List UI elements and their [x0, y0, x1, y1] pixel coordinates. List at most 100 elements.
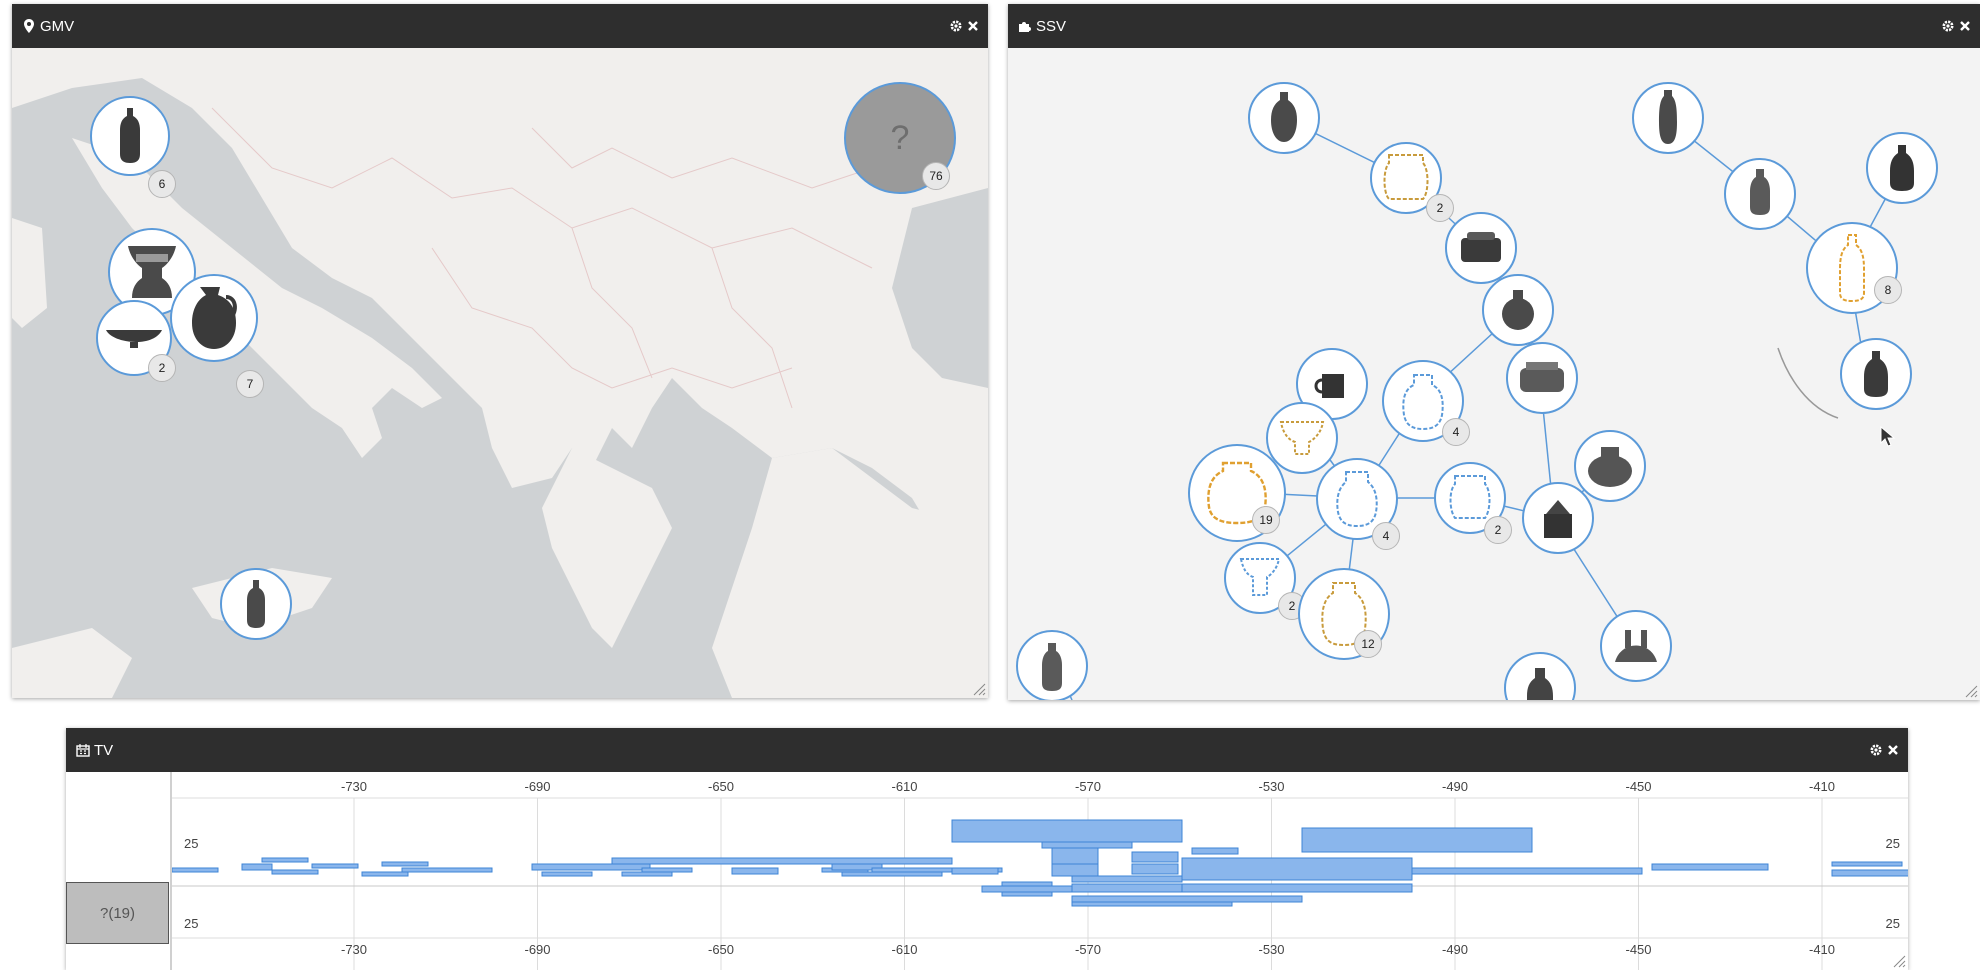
timeline-bar[interactable] [1181, 857, 1413, 881]
kylix-icon [106, 330, 162, 348]
map-canvas[interactable]: 6 7 7 2 ? 76 [12, 48, 988, 698]
vase-node[interactable] [1506, 342, 1578, 414]
timeline-bar[interactable] [1301, 827, 1533, 853]
tv-panel: TV ?(19) -730 -730 -690 -690 -650 -650 -610 -61… [66, 728, 1908, 970]
vase-node[interactable] [1866, 132, 1938, 204]
timeline-bar[interactable] [172, 867, 219, 873]
similarity-count-badge: 12 [1354, 630, 1382, 658]
gmv-titlebar[interactable]: GMV [12, 4, 988, 48]
timeline-tick-label: -570 [1075, 779, 1101, 794]
cluster-count-badge: 6 [148, 170, 176, 198]
vase-node[interactable] [1445, 212, 1517, 284]
timeline-bar[interactable] [1831, 869, 1908, 877]
close-icon[interactable] [1886, 743, 1900, 757]
timeline-scale-label: 25 [184, 916, 198, 931]
vase-cluster-node[interactable] [170, 274, 258, 362]
similarity-count-badge: 19 [1252, 506, 1280, 534]
timeline-bar[interactable] [1071, 875, 1183, 883]
lekythos-icon [1750, 169, 1770, 215]
timeline-bar[interactable] [381, 861, 429, 867]
timeline-bar[interactable] [241, 863, 273, 871]
outline-vase-icon [1402, 374, 1444, 431]
timeline-tick-label: -730 [341, 779, 367, 794]
timeline-bar[interactable] [1071, 901, 1233, 907]
land-africa [12, 628, 132, 698]
unknown-provenance-row-label[interactable]: ?(19) [66, 882, 169, 944]
timeline-tick-label: -410 [1809, 779, 1835, 794]
timeline-area[interactable]: ?(19) -730 -730 -690 -690 -650 -650 -610 -610 -5… [66, 772, 1908, 970]
altar-vase-icon [1615, 630, 1657, 662]
timeline-tick-label: -530 [1258, 779, 1284, 794]
timeline-tick-label: -650 [708, 942, 734, 957]
lekythos-icon [120, 108, 140, 163]
timeline-bar[interactable] [1651, 863, 1769, 871]
land-greece [542, 448, 672, 648]
timeline-bar[interactable] [621, 871, 673, 877]
resize-handle-icon[interactable] [1964, 684, 1978, 698]
timeline-bar[interactable] [541, 871, 593, 877]
timeline-bar[interactable] [731, 867, 779, 875]
timeline-scale-label: 25 [184, 836, 198, 851]
gear-icon[interactable] [949, 19, 963, 33]
gear-icon[interactable] [1869, 743, 1883, 757]
vase-node[interactable] [1600, 610, 1672, 682]
resize-handle-icon[interactable] [972, 682, 986, 696]
timeline-bar[interactable] [361, 871, 409, 877]
vase-cluster-node[interactable] [220, 568, 292, 640]
graph-edges [1053, 117, 1903, 700]
vase-node[interactable] [1248, 82, 1320, 154]
timeline-bar[interactable] [1001, 891, 1053, 897]
timeline-bar[interactable] [531, 863, 651, 871]
close-icon[interactable] [966, 19, 980, 33]
vase-cluster-node[interactable] [90, 96, 170, 176]
timeline-tick-label: -410 [1809, 942, 1835, 957]
timeline-bar[interactable] [311, 863, 359, 869]
vase-node[interactable] [1724, 158, 1796, 230]
lekythos-icon [1890, 145, 1914, 191]
vase-node[interactable] [1522, 482, 1594, 554]
tv-titlebar[interactable]: TV [66, 728, 1908, 772]
timeline-tick-label: -690 [524, 942, 550, 957]
timeline-bar[interactable] [611, 857, 953, 865]
timeline-bar[interactable] [951, 819, 1183, 843]
similarity-graph[interactable]: 2 4 19 4 2 2 12 8 [1008, 48, 1980, 700]
timeline-bar[interactable] [641, 867, 693, 873]
gear-icon[interactable] [1941, 19, 1955, 33]
vase-node[interactable] [1574, 430, 1646, 502]
outline-krater-icon [1279, 421, 1325, 455]
vase-node[interactable] [1482, 274, 1554, 346]
timeline-bar[interactable] [1071, 895, 1303, 903]
krater-icon [128, 246, 176, 298]
vase-node[interactable] [1632, 82, 1704, 154]
alabastron-icon [1659, 90, 1677, 144]
timeline-chart: -730 -730 -690 -690 -650 -650 -610 -610 -570 -570… [172, 779, 1908, 970]
timeline-bar[interactable] [1131, 863, 1179, 875]
vase-node[interactable] [1266, 402, 1338, 474]
lekythos-icon [1864, 351, 1888, 397]
timeline-bar[interactable] [1041, 841, 1133, 849]
timeline-bar[interactable] [1191, 847, 1239, 855]
timeline-bar[interactable] [261, 857, 309, 863]
timeline-bar[interactable] [1131, 851, 1179, 863]
vase-node[interactable] [1016, 630, 1088, 700]
timeline-bar[interactable] [1051, 847, 1099, 865]
timeline-bar[interactable] [271, 869, 319, 875]
calendar-icon [76, 743, 90, 757]
timeline-bar[interactable] [1051, 863, 1099, 877]
timeline-bar[interactable] [951, 867, 999, 875]
timeline-scale-label: 25 [1886, 916, 1900, 931]
timeline-tick-label: -530 [1258, 942, 1284, 957]
timeline-bar[interactable] [1181, 883, 1413, 893]
timeline-bar[interactable] [1831, 861, 1903, 867]
outline-krater-icon [1239, 558, 1281, 596]
ssv-titlebar[interactable]: SSV [1008, 4, 1980, 48]
puzzle-icon [1018, 19, 1032, 33]
timeline-bar[interactable] [1411, 867, 1643, 875]
timeline-bar[interactable] [1001, 881, 1053, 887]
gmv-title: GMV [40, 17, 75, 35]
close-icon[interactable] [1958, 19, 1972, 33]
timeline-bar[interactable] [841, 871, 943, 877]
resize-handle-icon[interactable] [1892, 954, 1906, 968]
timeline-bar[interactable] [401, 867, 493, 873]
vase-node[interactable] [1840, 338, 1912, 410]
